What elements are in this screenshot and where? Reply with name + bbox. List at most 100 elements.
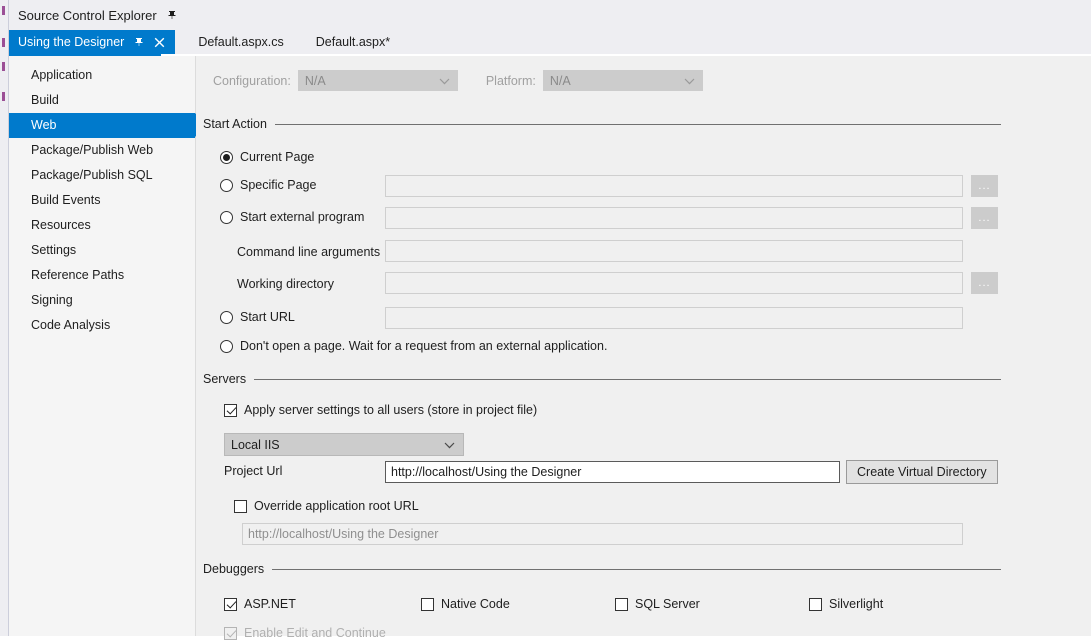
radio-icon[interactable] — [220, 210, 233, 224]
ellipsis-label: ... — [978, 180, 991, 192]
checkbox-label: Apply server settings to all users (stor… — [244, 403, 538, 417]
radio-label: Start external program — [240, 210, 365, 224]
checkbox-icon[interactable] — [234, 499, 247, 513]
button-label: Create Virtual Directory — [857, 465, 987, 479]
radio-specific-page[interactable]: Specific Page — [220, 178, 316, 192]
override-root-url-input[interactable]: http://localhost/Using the Designer — [242, 523, 963, 545]
specific-page-browse-button[interactable]: ... — [971, 175, 998, 197]
checkbox-sql-server[interactable]: SQL Server — [615, 597, 700, 611]
tab-default-aspx[interactable]: Default.aspx* — [307, 30, 399, 54]
group-divider — [254, 378, 1001, 380]
visual-studio-project-properties: Source Control Explorer Using the Design… — [0, 0, 1091, 640]
sidebar-item-label: Package/Publish SQL — [31, 168, 153, 182]
radio-start-url[interactable]: Start URL — [220, 310, 295, 324]
configuration-label: Configuration: — [213, 73, 291, 88]
sidebar-item-reference-paths[interactable]: Reference Paths — [9, 263, 195, 288]
radio-label: Start URL — [240, 310, 295, 324]
command-line-arguments-input[interactable] — [385, 240, 963, 262]
pin-icon[interactable] — [132, 36, 145, 49]
checkbox-icon[interactable] — [224, 403, 237, 417]
autohide-dock-strip[interactable] — [0, 0, 9, 636]
checkbox-icon[interactable] — [224, 597, 237, 611]
debuggers-group-header: Debuggers — [203, 562, 1001, 576]
start-action-title: Start Action — [203, 117, 267, 131]
sidebar-item-build-events[interactable]: Build Events — [9, 188, 195, 213]
configuration-select[interactable]: N/A — [297, 70, 458, 91]
command-line-arguments-label: Command line arguments — [237, 245, 381, 259]
configuration-bar: Configuration: N/A Platform: N/A — [213, 70, 703, 91]
close-icon[interactable] — [153, 36, 166, 49]
group-divider — [274, 123, 1001, 125]
working-directory-label: Working directory — [237, 277, 335, 291]
radio-icon[interactable] — [220, 339, 233, 353]
server-type-select[interactable]: Local IIS — [224, 433, 464, 456]
project-url-input[interactable]: http://localhost/Using the Designer — [385, 461, 840, 483]
sidebar-item-label: Settings — [31, 243, 77, 257]
radio-start-external-program[interactable]: Start external program — [220, 210, 364, 224]
dock-tab-mark[interactable] — [2, 38, 5, 47]
checkbox-icon[interactable] — [809, 597, 822, 611]
sidebar-item-web[interactable]: Web — [9, 113, 206, 138]
tab-using-the-designer[interactable]: Using the Designer — [9, 30, 176, 54]
radio-icon[interactable] — [220, 310, 233, 324]
tab-default-aspx-cs[interactable]: Default.aspx.cs — [189, 30, 292, 54]
sidebar-item-label: Code Analysis — [31, 318, 111, 332]
sidebar-item-label: Build — [31, 93, 59, 107]
checkbox-native-code[interactable]: Native Code — [421, 597, 510, 611]
checkbox-aspnet[interactable]: ASP.NET — [224, 597, 296, 611]
checkbox-icon — [224, 626, 237, 640]
radio-label: Specific Page — [240, 178, 317, 192]
checkbox-label: ASP.NET — [244, 597, 296, 611]
radio-icon[interactable] — [220, 150, 233, 164]
pin-icon[interactable] — [166, 9, 179, 22]
sidebar-item-code-analysis[interactable]: Code Analysis — [9, 313, 195, 338]
radio-icon[interactable] — [220, 178, 233, 192]
sidebar-item-signing[interactable]: Signing — [9, 288, 195, 313]
checkbox-icon[interactable] — [615, 597, 628, 611]
sidebar-item-label: Application — [31, 68, 93, 82]
checkbox-icon[interactable] — [421, 597, 434, 611]
checkbox-apply-server-settings[interactable]: Apply server settings to all users (stor… — [224, 403, 537, 417]
radio-label: Current Page — [240, 150, 315, 164]
properties-body: Application Build Web Package/Publish We… — [9, 56, 1091, 640]
start-external-program-input[interactable] — [385, 207, 963, 229]
working-directory-browse-button[interactable]: ... — [971, 272, 998, 294]
sidebar-item-label: Package/Publish Web — [31, 143, 154, 157]
checkbox-silverlight[interactable]: Silverlight — [809, 597, 883, 611]
sidebar-item-package-publish-web[interactable]: Package/Publish Web — [9, 138, 195, 163]
dock-tab-mark[interactable] — [2, 92, 5, 101]
sidebar-item-settings[interactable]: Settings — [9, 238, 195, 263]
radio-label: Don't open a page. Wait for a request fr… — [240, 339, 608, 353]
tab-spacer — [175, 30, 189, 54]
specific-page-input[interactable] — [385, 175, 963, 197]
create-virtual-directory-button[interactable]: Create Virtual Directory — [846, 460, 998, 484]
start-action-group-header: Start Action — [203, 117, 1001, 131]
sidebar-item-build[interactable]: Build — [9, 88, 195, 113]
sidebar-item-package-publish-sql[interactable]: Package/Publish SQL — [9, 163, 195, 188]
checkbox-override-root-url[interactable]: Override application root URL — [234, 499, 419, 513]
properties-content: Configuration: N/A Platform: N/A Start A… — [196, 56, 1091, 640]
platform-label: Platform: — [485, 73, 536, 88]
chevron-down-icon — [439, 74, 450, 88]
dock-tab-mark[interactable] — [2, 6, 5, 15]
platform-select[interactable]: N/A — [542, 70, 703, 91]
project-url-label: Project Url — [224, 464, 283, 478]
chevron-down-icon — [684, 74, 695, 88]
radio-dont-open-page[interactable]: Don't open a page. Wait for a request fr… — [220, 339, 607, 353]
radio-current-page[interactable]: Current Page — [220, 150, 314, 164]
checkbox-label: Enable Edit and Continue — [244, 626, 386, 640]
platform-value: N/A — [549, 73, 571, 88]
sidebar-item-resources[interactable]: Resources — [9, 213, 195, 238]
checkbox-enable-edit-and-continue[interactable]: Enable Edit and Continue — [224, 626, 386, 640]
tab-label: Using the Designer — [18, 35, 125, 49]
working-directory-input[interactable] — [385, 272, 963, 294]
checkbox-label: Silverlight — [829, 597, 884, 611]
dock-tab-mark[interactable] — [2, 62, 5, 71]
sidebar-item-application[interactable]: Application — [9, 63, 195, 88]
start-external-program-browse-button[interactable]: ... — [971, 207, 998, 229]
tab-spacer — [293, 30, 307, 54]
properties-sidebar: Application Build Web Package/Publish We… — [9, 56, 206, 636]
checkbox-label: Native Code — [441, 597, 510, 611]
sidebar-item-label: Web — [31, 118, 57, 132]
start-url-input[interactable] — [385, 307, 963, 329]
